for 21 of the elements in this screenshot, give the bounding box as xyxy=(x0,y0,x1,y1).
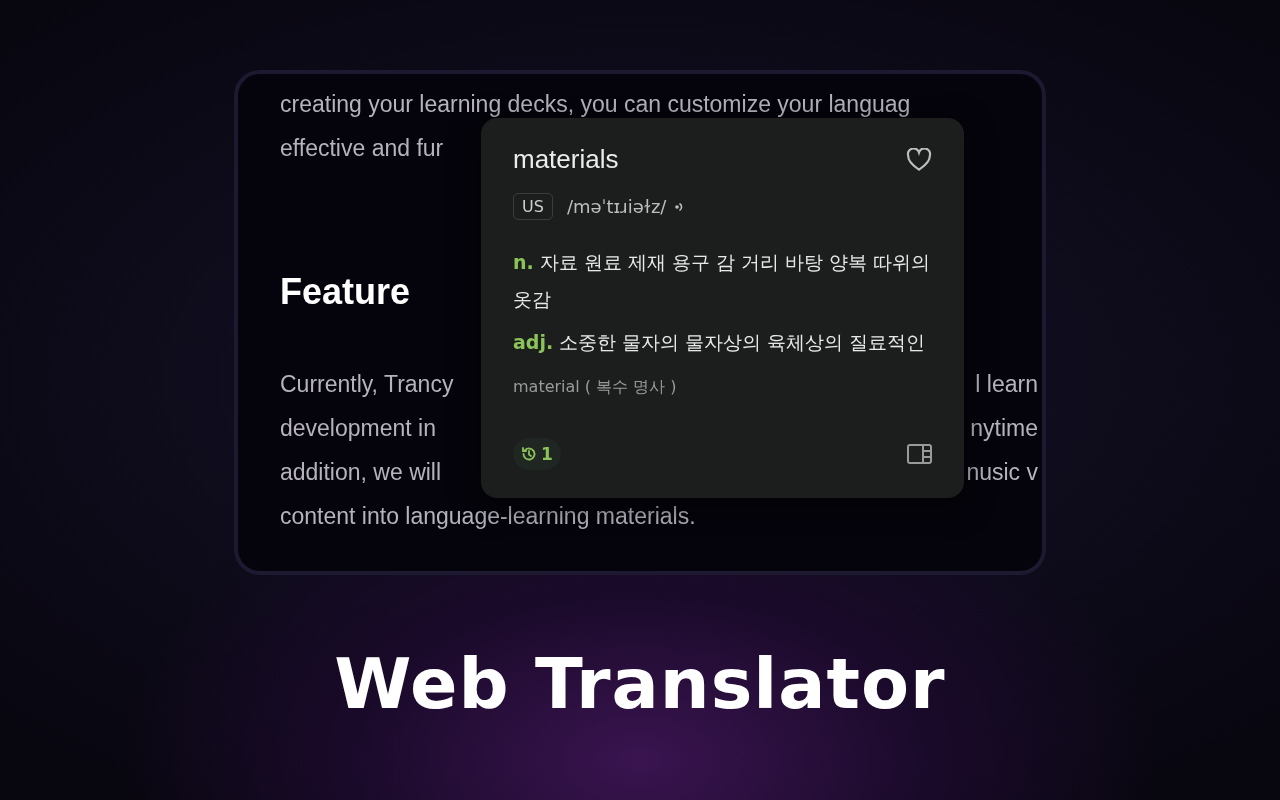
phonetic-text: /məˈtɪɹiəɫz/ xyxy=(566,196,667,217)
page-title: Web Translator xyxy=(334,643,946,725)
headword: materials xyxy=(513,144,619,175)
favorite-button[interactable] xyxy=(906,147,932,172)
word-form-text: material ( 복수 명사 ) xyxy=(513,377,678,398)
definition-text: n. 자료 원료 제재 용구 감 거리 바탕 양복 따위의 옷감 xyxy=(513,250,932,312)
paragraph-text: addition, we will xyxy=(280,458,442,487)
panel-button[interactable] xyxy=(907,444,932,464)
section-heading: Feature xyxy=(280,270,411,314)
paragraph-text: creating your learning decks, you can customize your languag xyxy=(280,90,911,119)
definition-text: adj. 소중한 물자의 물자상의 육체상의 질료적인 xyxy=(513,330,927,355)
paragraph-text: nytime xyxy=(970,414,1038,443)
paragraph-text: development in xyxy=(280,414,436,443)
paragraph-text: l learn xyxy=(975,370,1038,399)
paragraph-text: effective and fur xyxy=(280,134,444,163)
history-icon xyxy=(521,446,537,462)
region-tag: US xyxy=(513,193,553,220)
paragraph-text: Currently, Trancy xyxy=(280,370,454,399)
paragraph-text: nusic v xyxy=(966,458,1038,487)
paragraph-text: content into language-learning materials. xyxy=(280,502,696,531)
history-button[interactable]: 1 xyxy=(513,438,561,470)
